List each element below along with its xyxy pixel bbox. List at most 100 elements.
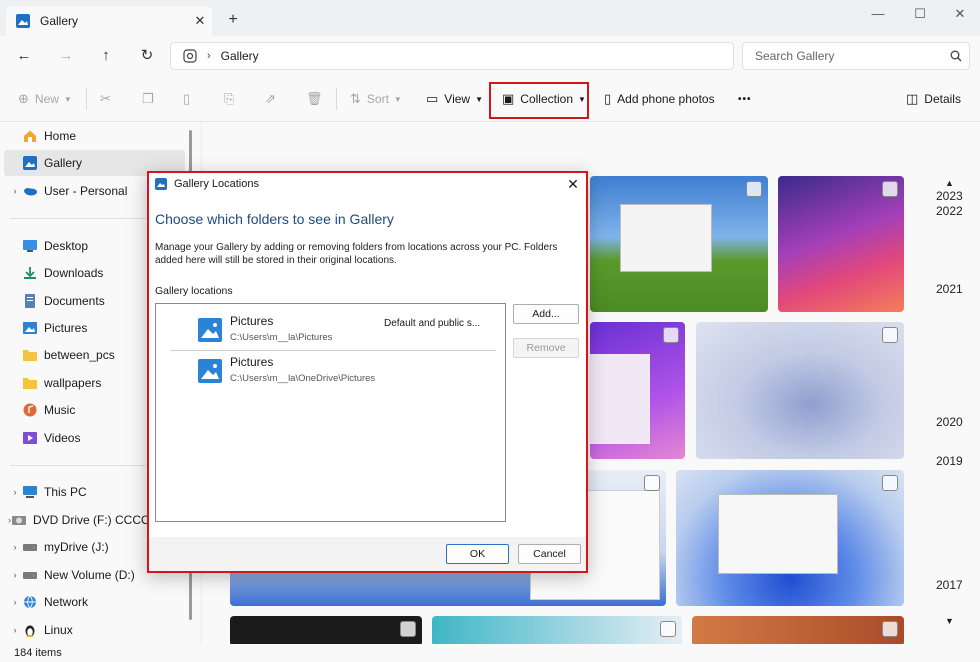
details-pane-icon: ◫: [906, 91, 919, 106]
location-note: Default and public s...: [384, 318, 481, 329]
chevron-right-icon[interactable]: ›: [8, 487, 22, 497]
tab-gallery[interactable]: Gallery ✕: [6, 6, 212, 36]
chevron-right-icon[interactable]: ›: [8, 186, 22, 196]
chevron-right-icon: ›: [207, 50, 211, 62]
photo-thumbnail[interactable]: [590, 176, 768, 312]
add-button[interactable]: Add...: [513, 304, 579, 324]
pictures-icon: [198, 359, 222, 383]
dialog-heading: Choose which folders to see in Gallery: [155, 211, 394, 227]
item-count: 184 items: [14, 647, 62, 659]
select-checkbox[interactable]: [644, 475, 660, 491]
chevron-right-icon[interactable]: ›: [8, 597, 22, 607]
address-path: Gallery: [220, 49, 259, 63]
photo-thumbnail[interactable]: [230, 616, 422, 644]
title-bar: Gallery ✕ + — ☐ ✕: [0, 0, 980, 36]
share-button[interactable]: ⇗: [265, 86, 282, 112]
copy-button[interactable]: ❐: [142, 86, 160, 112]
add-phone-photos-button[interactable]: ▯ Add phone photos: [604, 86, 715, 112]
chevron-right-icon[interactable]: ›: [8, 542, 22, 552]
refresh-button[interactable]: ↻: [133, 44, 161, 68]
more-options-button[interactable]: •••: [738, 86, 752, 112]
toolbar-divider: [86, 88, 87, 110]
list-item[interactable]: Pictures C:\Users\m__la\OneDrive\Picture…: [170, 351, 500, 389]
cancel-button[interactable]: Cancel: [518, 544, 581, 564]
toolbar-divider: [336, 88, 337, 110]
forward-button[interactable]: →: [52, 44, 80, 68]
select-checkbox[interactable]: [746, 181, 762, 197]
address-field[interactable]: › Gallery: [170, 42, 734, 70]
pictures-icon: [198, 318, 222, 342]
chevron-right-icon[interactable]: ›: [8, 570, 22, 580]
sidebar-item-label: wallpapers: [44, 376, 102, 390]
scissors-icon: ✂: [100, 91, 111, 106]
sidebar-item-label: New Volume (D:): [44, 568, 135, 582]
chevron-down-icon: ▼: [63, 94, 72, 104]
back-button[interactable]: ←: [10, 44, 38, 68]
select-checkbox[interactable]: [882, 181, 898, 197]
select-checkbox[interactable]: [882, 475, 898, 491]
list-item[interactable]: Pictures C:\Users\m__la\Pictures Default…: [170, 310, 500, 348]
gallery-locations-list[interactable]: Pictures C:\Users\m__la\Pictures Default…: [155, 303, 506, 522]
search-input[interactable]: Search Gallery: [742, 42, 970, 70]
rename-button[interactable]: ⎘: [224, 86, 240, 112]
tab-title: Gallery: [40, 14, 79, 28]
timeline-down-arrow[interactable]: ▼: [945, 616, 954, 626]
timeline-year[interactable]: 2020: [936, 415, 963, 429]
details-button[interactable]: ◫ Details: [906, 86, 961, 112]
chevron-down-icon: ▼: [578, 94, 586, 104]
collection-button[interactable]: ▣ Collection ▼: [502, 86, 586, 112]
sidebar-item-label: Linux: [44, 623, 73, 637]
timeline-year[interactable]: 2023: [936, 189, 963, 203]
dialog-close-button[interactable]: ✕: [560, 176, 586, 193]
status-bar: 184 items: [0, 644, 980, 662]
view-icon: ▭: [426, 91, 439, 106]
copy-icon: ❐: [142, 91, 154, 106]
share-icon: ⇗: [265, 91, 276, 106]
timeline-year[interactable]: 2021: [936, 282, 963, 296]
tab-close-button[interactable]: ✕: [188, 13, 212, 29]
delete-button[interactable]: 🗑: [306, 86, 329, 112]
new-tab-button[interactable]: +: [222, 10, 244, 30]
dialog-description: Manage your Gallery by adding or removin…: [155, 242, 558, 266]
new-button[interactable]: ⊕ New ▼: [18, 86, 72, 112]
timeline-year[interactable]: 2017: [936, 578, 963, 592]
rename-icon: ⎘: [224, 91, 235, 106]
select-checkbox[interactable]: [882, 327, 898, 343]
network-icon: [24, 595, 36, 609]
timeline-year[interactable]: 2022: [936, 204, 963, 218]
cut-button[interactable]: ✂: [100, 86, 117, 112]
select-checkbox[interactable]: [882, 621, 898, 637]
sort-button[interactable]: ⇅ Sort ▼: [350, 86, 402, 112]
view-button[interactable]: ▭ View ▼: [426, 86, 483, 112]
sidebar-item-network[interactable]: › Network: [0, 589, 185, 615]
close-window-button[interactable]: ✕: [940, 4, 980, 24]
gallery-icon: [16, 14, 30, 28]
ok-button[interactable]: OK: [446, 544, 509, 564]
sidebar-item-home[interactable]: Home: [0, 123, 185, 149]
select-checkbox[interactable]: [660, 621, 676, 637]
select-checkbox[interactable]: [400, 621, 416, 637]
photo-thumbnail[interactable]: [676, 470, 904, 606]
photo-thumbnail[interactable]: [696, 322, 904, 459]
up-button[interactable]: ↑: [92, 44, 120, 68]
linux-icon: [25, 625, 35, 637]
clipboard-icon: ▯: [183, 91, 191, 106]
photo-thumbnail[interactable]: [432, 616, 682, 644]
photo-thumbnail[interactable]: [590, 322, 685, 459]
paste-button[interactable]: ▯: [183, 86, 196, 112]
trash-icon: 🗑: [306, 91, 323, 106]
pictures-icon: [23, 322, 37, 334]
photo-thumbnail[interactable]: [692, 616, 904, 644]
select-checkbox[interactable]: [663, 327, 679, 343]
dialog-body: Choose which folders to see in Gallery M…: [149, 195, 586, 537]
sidebar-item-label: Desktop: [44, 239, 89, 253]
address-bar: ← → ↑ ↻ › Gallery Search Gallery: [0, 36, 980, 76]
photo-thumbnail[interactable]: [778, 176, 904, 312]
minimize-button[interactable]: —: [858, 4, 898, 24]
sidebar-item-linux[interactable]: › Linux: [0, 617, 185, 643]
timeline-year[interactable]: 2019: [936, 454, 963, 468]
remove-button[interactable]: Remove: [513, 338, 579, 358]
timeline-up-arrow[interactable]: ▲: [945, 178, 954, 188]
maximize-button[interactable]: ☐: [900, 4, 940, 24]
chevron-right-icon[interactable]: ›: [8, 625, 22, 635]
